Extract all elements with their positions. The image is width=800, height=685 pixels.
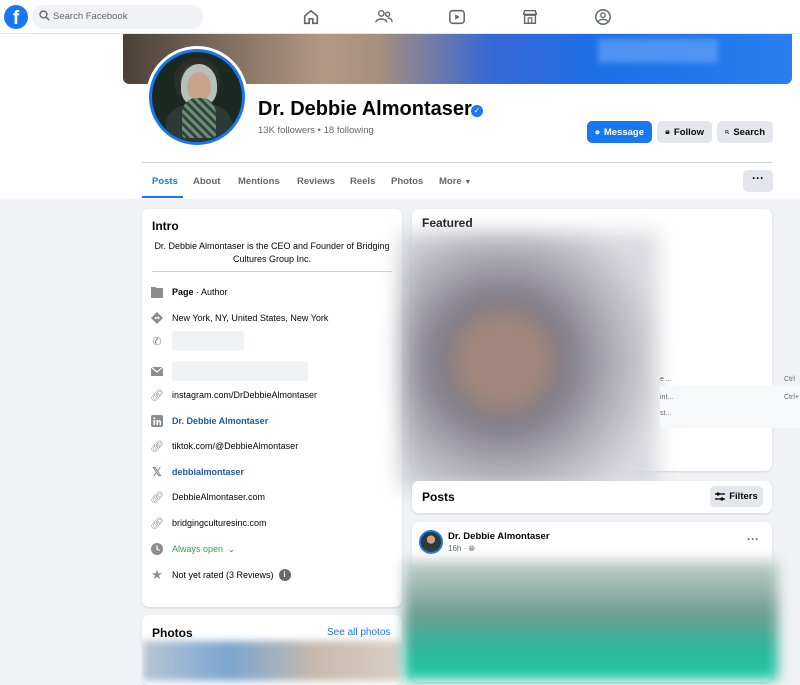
tab-reviews[interactable]: Reviews (297, 176, 335, 187)
info-icon[interactable]: i (278, 569, 291, 581)
post-author-avatar[interactable] (419, 530, 443, 554)
chevron-down-icon: ⌄ (228, 544, 235, 554)
post-timestamp[interactable]: 16h · 🌐︎ (448, 544, 475, 554)
profile-name: Dr. Debbie Almontaser (258, 98, 472, 120)
post-author-name[interactable]: Dr. Debbie Almontaser (448, 531, 550, 542)
ghost-text-3: st... (660, 410, 672, 417)
friends-icon[interactable] (375, 8, 393, 26)
groups-icon[interactable] (594, 8, 612, 26)
tab-reels[interactable]: Reels (350, 176, 375, 187)
tab-photos[interactable]: Photos (391, 176, 423, 187)
website1-link[interactable]: DebbieAlmontaser.com (172, 492, 265, 502)
x-link[interactable]: debbialmontaser (172, 467, 244, 477)
intro-rating-row: ★ Not yet rated (3 Reviews) i (150, 567, 395, 583)
header-divider (142, 162, 772, 163)
star-icon: ★ (151, 567, 163, 582)
tab-more[interactable]: More ▼ (439, 176, 471, 187)
intro-bio: Dr. Debbie Almontaser is the CEO and Fou… (154, 241, 390, 264)
tiktok-link[interactable]: tiktok.com/@DebbieAlmontaser (172, 441, 298, 451)
chevron-down-icon: ▼ (464, 179, 472, 186)
intro-linkedin-row: Dr. Debbie Almontaser (150, 413, 395, 429)
active-tab-indicator (142, 196, 183, 198)
marketplace-icon[interactable] (521, 8, 539, 26)
intro-website1-row: 🔗︎ DebbieAlmontaser.com (150, 489, 395, 505)
flag-icon (150, 285, 164, 299)
search-icon (725, 129, 730, 135)
profile-search-button[interactable]: Search (717, 121, 773, 143)
home-icon[interactable] (302, 8, 320, 26)
search-label: Search (733, 126, 765, 138)
intro-hours-row[interactable]: Always open ⌄ (150, 541, 395, 557)
filters-icon (715, 492, 726, 501)
website2-link[interactable]: bridgingculturesinc.com (172, 518, 267, 528)
ghost-text-5: Ctrl (784, 376, 795, 383)
more-options-button[interactable]: ··· (743, 170, 773, 192)
hours-status: Always open (172, 544, 224, 554)
intro-page-row: Page · Author (150, 284, 395, 300)
verified-badge-icon: ✓ (471, 105, 483, 117)
top-navigation: f Search Facebook (0, 0, 800, 34)
ghost-text-1: e ... (660, 376, 672, 383)
messenger-icon (595, 129, 600, 135)
instagram-link[interactable]: instagram.com/DrDebbieAlmontaser (172, 390, 317, 400)
see-all-photos-link[interactable]: See all photos (327, 627, 390, 638)
email-redacted (172, 361, 308, 381)
ghost-text-2: int... (660, 394, 674, 401)
featured-overlay (660, 386, 800, 428)
facebook-logo[interactable]: f (4, 5, 28, 29)
directions-icon (150, 311, 164, 325)
posts-title: Posts (422, 490, 455, 504)
phone-icon: ✆ (152, 335, 162, 348)
followers-count[interactable]: 13K followers • 18 following (258, 125, 374, 136)
intro-title: Intro (152, 219, 179, 233)
rating-text: Not yet rated (3 Reviews) (172, 570, 274, 580)
filters-button[interactable]: Filters (710, 486, 763, 507)
tab-posts[interactable]: Posts (152, 176, 178, 187)
page-label: Page (172, 287, 194, 297)
globe-icon: 🌐︎ (468, 544, 475, 553)
intro-tiktok-row: 🔗︎ tiktok.com/@DebbieAlmontaser (150, 438, 395, 454)
follow-label: Follow (673, 126, 704, 138)
featured-title: Featured (422, 216, 473, 230)
tab-about[interactable]: About (193, 176, 220, 187)
address-text[interactable]: New York, NY, United States, New York (172, 313, 328, 323)
linkedin-icon (150, 414, 164, 428)
message-button[interactable]: Message (587, 121, 652, 143)
phone-redacted (172, 331, 244, 351)
clock-icon (150, 542, 164, 556)
profile-avatar[interactable] (146, 46, 248, 148)
search-icon (39, 10, 50, 21)
ghost-text-4: Ctrl+ (784, 394, 799, 401)
intro-x-row: 𝕏 debbialmontaser (150, 464, 395, 480)
link-icon: 🔗︎ (150, 389, 164, 402)
post-options-button[interactable]: ··· (747, 532, 759, 546)
follow-icon (665, 130, 670, 134)
search-input[interactable]: Search Facebook (32, 5, 203, 29)
post-image-blurred[interactable] (404, 560, 778, 680)
intro-email-row (150, 361, 395, 381)
follow-button[interactable]: Follow (657, 121, 712, 143)
intro-divider (152, 271, 392, 272)
link-icon: 🔗︎ (150, 517, 164, 530)
intro-website2-row: 🔗︎ bridgingculturesinc.com (150, 515, 395, 531)
search-placeholder: Search Facebook (53, 11, 128, 22)
linkedin-link[interactable]: Dr. Debbie Almontaser (172, 416, 268, 426)
post-time-text: 16h · (448, 544, 469, 553)
x-logo-icon: 𝕏 (152, 465, 162, 479)
link-icon: 🔗︎ (150, 491, 164, 504)
link-icon: 🔗︎ (150, 440, 164, 453)
watch-icon[interactable] (448, 8, 466, 26)
email-icon (150, 364, 164, 378)
filters-label: Filters (729, 491, 758, 502)
message-label: Message (603, 126, 644, 138)
intro-address-row: New York, NY, United States, New York (150, 310, 395, 326)
tab-more-label: More (439, 176, 462, 187)
intro-instagram-row: 🔗︎ instagram.com/DrDebbieAlmontaser (150, 387, 395, 403)
intro-phone-row: ✆ (150, 331, 395, 351)
tab-mentions[interactable]: Mentions (238, 176, 280, 187)
photos-title: Photos (152, 626, 193, 640)
page-category: · Author (193, 287, 228, 297)
featured-media-blurred[interactable] (400, 232, 658, 490)
